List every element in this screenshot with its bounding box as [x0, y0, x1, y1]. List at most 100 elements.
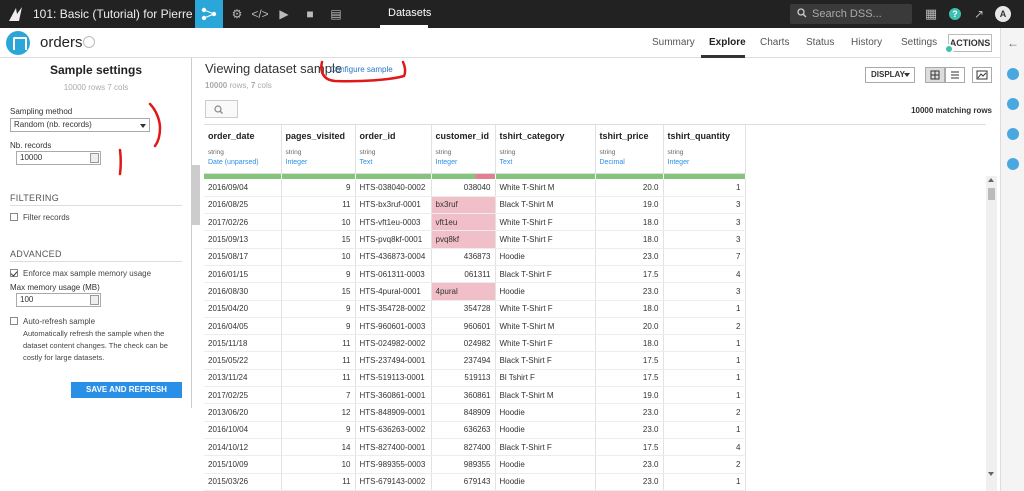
- enforce-memory-checkbox[interactable]: [10, 269, 18, 277]
- column-meaning[interactable]: Integer: [286, 159, 351, 166]
- table-cell[interactable]: Bl Tshirt F: [495, 369, 596, 388]
- table-view-button[interactable]: [925, 67, 945, 83]
- table-cell[interactable]: 519113: [431, 369, 496, 388]
- tab-status[interactable]: Status: [806, 37, 834, 48]
- table-cell[interactable]: 848909: [431, 403, 496, 422]
- table-cell[interactable]: HTS-989355-0003: [355, 455, 432, 474]
- table-cell[interactable]: 024982: [431, 334, 496, 353]
- table-cell[interactable]: HTS-636263-0002: [355, 421, 432, 439]
- table-cell[interactable]: 19.0: [595, 196, 664, 215]
- table-cell[interactable]: 1: [663, 473, 746, 491]
- table-cell[interactable]: Hoodie: [495, 421, 596, 439]
- table-cell[interactable]: 636263: [431, 421, 496, 439]
- table-cell[interactable]: 2016/08/25: [204, 196, 282, 215]
- table-cell[interactable]: 1: [663, 300, 746, 318]
- column-header-tshirt_category[interactable]: tshirt_category string Text: [495, 125, 596, 174]
- tab-summary[interactable]: Summary: [652, 37, 695, 48]
- table-cell[interactable]: 2013/11/24: [204, 369, 282, 388]
- table-cell[interactable]: 23.0: [595, 473, 664, 491]
- auto-refresh-checkbox[interactable]: [10, 317, 18, 325]
- table-cell[interactable]: White T-Shirt M: [495, 317, 596, 336]
- table-cell[interactable]: 4: [663, 265, 746, 284]
- table-cell[interactable]: 10: [281, 213, 356, 232]
- table-cell[interactable]: White T-Shirt M: [495, 179, 596, 197]
- column-meaning[interactable]: Text: [500, 159, 591, 166]
- table-cell[interactable]: 12: [281, 403, 356, 422]
- table-scrollbar[interactable]: [986, 176, 997, 491]
- table-cell[interactable]: 1: [663, 421, 746, 439]
- table-cell[interactable]: 2015/11/18: [204, 334, 282, 353]
- table-cell[interactable]: 989355: [431, 455, 496, 474]
- filter-records-checkbox[interactable]: [10, 213, 18, 221]
- table-cell[interactable]: 2016/01/15: [204, 265, 282, 284]
- table-cell[interactable]: pvq8kf: [431, 230, 496, 249]
- table-cell[interactable]: 23.0: [595, 421, 664, 439]
- table-cell[interactable]: 9: [281, 317, 356, 336]
- table-cell[interactable]: Hoodie: [495, 473, 596, 491]
- table-cell[interactable]: 2016/04/05: [204, 317, 282, 336]
- table-cell[interactable]: 20.0: [595, 317, 664, 336]
- table-cell[interactable]: HTS-436873-0004: [355, 248, 432, 266]
- column-meaning[interactable]: Text: [360, 159, 427, 166]
- table-cell[interactable]: HTS-061311-0003: [355, 265, 432, 284]
- sampling-method-select[interactable]: Random (nb. records): [10, 118, 150, 132]
- table-cell[interactable]: 1: [663, 179, 746, 197]
- apps-grid-icon[interactable]: ▦: [918, 0, 944, 28]
- tab-charts[interactable]: Charts: [760, 37, 789, 48]
- column-header-tshirt_quantity[interactable]: tshirt_quantity string Integer: [663, 125, 746, 174]
- table-cell[interactable]: 9: [281, 265, 356, 284]
- table-cell[interactable]: 2015/10/09: [204, 455, 282, 474]
- table-cell[interactable]: 2013/06/20: [204, 403, 282, 422]
- table-cell[interactable]: 10: [281, 455, 356, 474]
- table-cell[interactable]: 23.0: [595, 455, 664, 474]
- table-cell[interactable]: 2015/03/26: [204, 473, 282, 491]
- add-icon[interactable]: [1007, 68, 1019, 80]
- table-cell[interactable]: White T-Shirt F: [495, 230, 596, 249]
- column-meaning[interactable]: Decimal: [600, 159, 659, 166]
- table-cell[interactable]: 11: [281, 473, 356, 491]
- table-cell[interactable]: HTS-bx3ruf-0001: [355, 196, 432, 215]
- table-cell[interactable]: 11: [281, 196, 356, 215]
- table-cell[interactable]: 2016/09/04: [204, 179, 282, 197]
- column-header-order_id[interactable]: order_id string Text: [355, 125, 432, 174]
- table-cell[interactable]: 061311: [431, 265, 496, 284]
- table-cell[interactable]: 2: [663, 403, 746, 422]
- table-cell[interactable]: 679143: [431, 473, 496, 491]
- back-arrow-icon[interactable]: ←: [1007, 36, 1019, 50]
- table-cell[interactable]: 237494: [431, 351, 496, 370]
- table-cell[interactable]: HTS-024982-0002: [355, 334, 432, 353]
- table-cell[interactable]: 18.0: [595, 213, 664, 232]
- table-cell[interactable]: HTS-679143-0002: [355, 473, 432, 491]
- table-cell[interactable]: Hoodie: [495, 248, 596, 266]
- table-cell[interactable]: 4: [663, 438, 746, 457]
- table-cell[interactable]: 18.0: [595, 230, 664, 249]
- table-cell[interactable]: Hoodie: [495, 455, 596, 474]
- table-cell[interactable]: 360861: [431, 386, 496, 405]
- global-search[interactable]: [790, 4, 912, 24]
- table-cell[interactable]: 7: [663, 248, 746, 266]
- table-cell[interactable]: 3: [663, 282, 746, 301]
- table-cell[interactable]: bx3ruf: [431, 196, 496, 215]
- table-cell[interactable]: 1: [663, 369, 746, 388]
- table-cell[interactable]: Hoodie: [495, 403, 596, 422]
- column-meaning[interactable]: Integer: [668, 159, 741, 166]
- search-input[interactable]: [812, 7, 908, 21]
- table-cell[interactable]: 17.5: [595, 438, 664, 457]
- table-cell[interactable]: HTS-827400-0001: [355, 438, 432, 457]
- list-view-button[interactable]: [945, 67, 965, 83]
- tab-explore[interactable]: Explore: [709, 37, 746, 48]
- table-cell[interactable]: 7: [281, 386, 356, 405]
- list-icon[interactable]: [1007, 128, 1019, 140]
- table-cell[interactable]: 1: [663, 386, 746, 405]
- dashboard-icon[interactable]: ▤: [323, 0, 349, 28]
- table-cell[interactable]: 827400: [431, 438, 496, 457]
- table-cell[interactable]: 9: [281, 179, 356, 197]
- table-cell[interactable]: 23.0: [595, 282, 664, 301]
- table-cell[interactable]: 2017/02/26: [204, 213, 282, 232]
- table-cell[interactable]: Black T-Shirt M: [495, 386, 596, 405]
- column-header-order_date[interactable]: order_date string Date (unparsed): [204, 125, 282, 174]
- table-cell[interactable]: 960601: [431, 317, 496, 336]
- table-cell[interactable]: 3: [663, 230, 746, 249]
- table-cell[interactable]: 11: [281, 351, 356, 370]
- column-header-pages_visited[interactable]: pages_visited string Integer: [281, 125, 356, 174]
